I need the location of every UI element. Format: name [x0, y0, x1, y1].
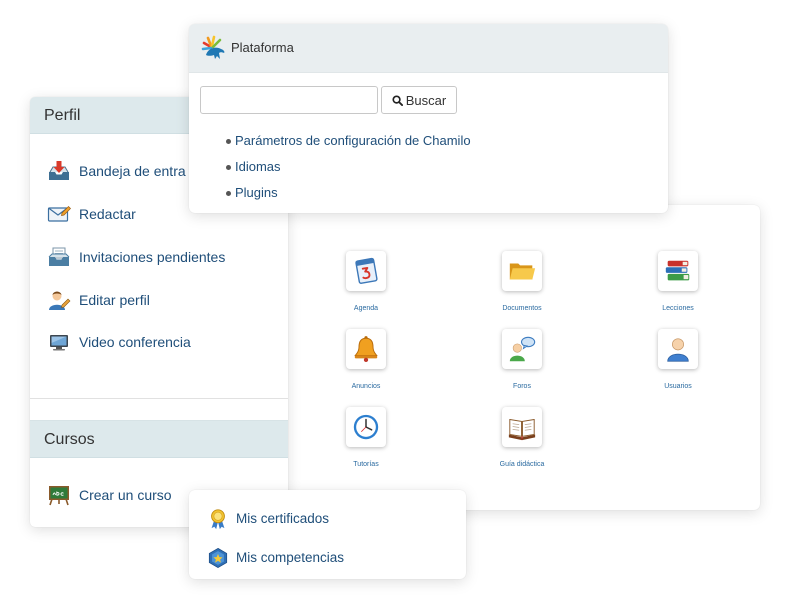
menu-item-label: Bandeja de entra: [79, 163, 186, 180]
compose-icon: [47, 202, 71, 226]
tool-label: Agenda: [353, 305, 379, 312]
menu-item-label: Mis competencias: [236, 550, 345, 565]
forum-icon: [502, 329, 542, 369]
edit-profile-icon: [47, 288, 71, 312]
chamilo-logo-icon: [200, 35, 226, 61]
platform-title: Plataforma: [231, 40, 294, 55]
platform-panel: Plataforma Buscar Parámetros de configur…: [189, 24, 668, 213]
search-input[interactable]: [200, 86, 378, 114]
tool-label: Lecciones: [662, 305, 694, 312]
clock-icon: [346, 407, 386, 447]
menu-item-label: Editar perfil: [79, 291, 150, 308]
folder-icon: [502, 251, 542, 291]
platform-link-settings[interactable]: Parámetros de configuración de Chamilo: [226, 128, 471, 154]
menu-item-video-conference[interactable]: Video conferencia: [30, 321, 288, 364]
menu-item-edit-profile[interactable]: Editar perfil: [30, 278, 288, 321]
platform-links: Parámetros de configuración de Chamilo I…: [226, 128, 471, 206]
link-label: Parámetros de configuración de Chamilo: [235, 133, 471, 148]
link-label: Plugins: [235, 185, 278, 200]
tool-lecciones[interactable]: Lecciones: [600, 251, 756, 329]
achievements-list: Mis certificados Mis competencias: [189, 499, 466, 577]
tool-foros[interactable]: Foros: [444, 329, 600, 407]
bell-icon: [346, 329, 386, 369]
invitations-icon: [47, 245, 71, 269]
courses-header: Cursos: [30, 420, 288, 458]
tool-guia-didactica[interactable]: Guía didáctica: [444, 407, 600, 485]
tool-label: Documentos: [502, 305, 542, 312]
tool-label: Usuarios: [664, 383, 692, 390]
video-conference-icon: [47, 330, 71, 354]
menu-item-label: Mis certificados: [236, 511, 330, 526]
menu-item-competences[interactable]: Mis competencias: [189, 538, 466, 577]
menu-item-label: Crear un curso: [79, 487, 172, 504]
tool-label: Tutorías: [353, 461, 379, 468]
tool-label: Anuncios: [351, 383, 381, 390]
platform-link-plugins[interactable]: Plugins: [226, 180, 471, 206]
course-tools-grid: Agenda Documentos Lecciones Anuncios For…: [288, 251, 756, 485]
list-bullet: [226, 164, 231, 170]
chalkboard-icon: [47, 483, 71, 507]
menu-item-certificates[interactable]: Mis certificados: [189, 499, 466, 538]
link-label: Idiomas: [235, 159, 281, 174]
menu-item-invitations[interactable]: Invitaciones pendientes: [30, 236, 288, 279]
course-tools-panel: Agenda Documentos Lecciones Anuncios For…: [240, 205, 760, 510]
tool-documentos[interactable]: Documentos: [444, 251, 600, 329]
tool-agenda[interactable]: Agenda: [288, 251, 444, 329]
calendar-icon: [346, 251, 386, 291]
competences-icon: [207, 547, 229, 569]
open-book-icon: [502, 407, 542, 447]
tool-tutorias[interactable]: Tutorías: [288, 407, 444, 485]
tool-usuarios[interactable]: Usuarios: [600, 329, 756, 407]
list-bullet: [226, 138, 231, 144]
search-button[interactable]: Buscar: [381, 86, 457, 114]
search-icon: [392, 94, 403, 106]
tool-anuncios[interactable]: Anuncios: [288, 329, 444, 407]
search-button-label: Buscar: [405, 92, 447, 108]
courses-title: Cursos: [44, 431, 95, 448]
certificate-icon: [207, 508, 229, 530]
inbox-icon: [47, 159, 71, 183]
platform-link-languages[interactable]: Idiomas: [226, 154, 471, 180]
user-icon: [658, 329, 698, 369]
profile-title: Perfil: [44, 107, 81, 124]
section-divider: [30, 398, 288, 399]
menu-item-label: Video conferencia: [79, 334, 191, 351]
menu-item-label: Invitaciones pendientes: [79, 248, 226, 265]
menu-item-label: Redactar: [79, 206, 136, 223]
achievements-panel: Mis certificados Mis competencias: [189, 490, 466, 579]
books-icon: [658, 251, 698, 291]
tool-label: Foros: [513, 383, 531, 390]
list-bullet: [226, 190, 231, 196]
tool-label: Guía didáctica: [499, 461, 545, 468]
platform-header: Plataforma: [189, 24, 668, 73]
